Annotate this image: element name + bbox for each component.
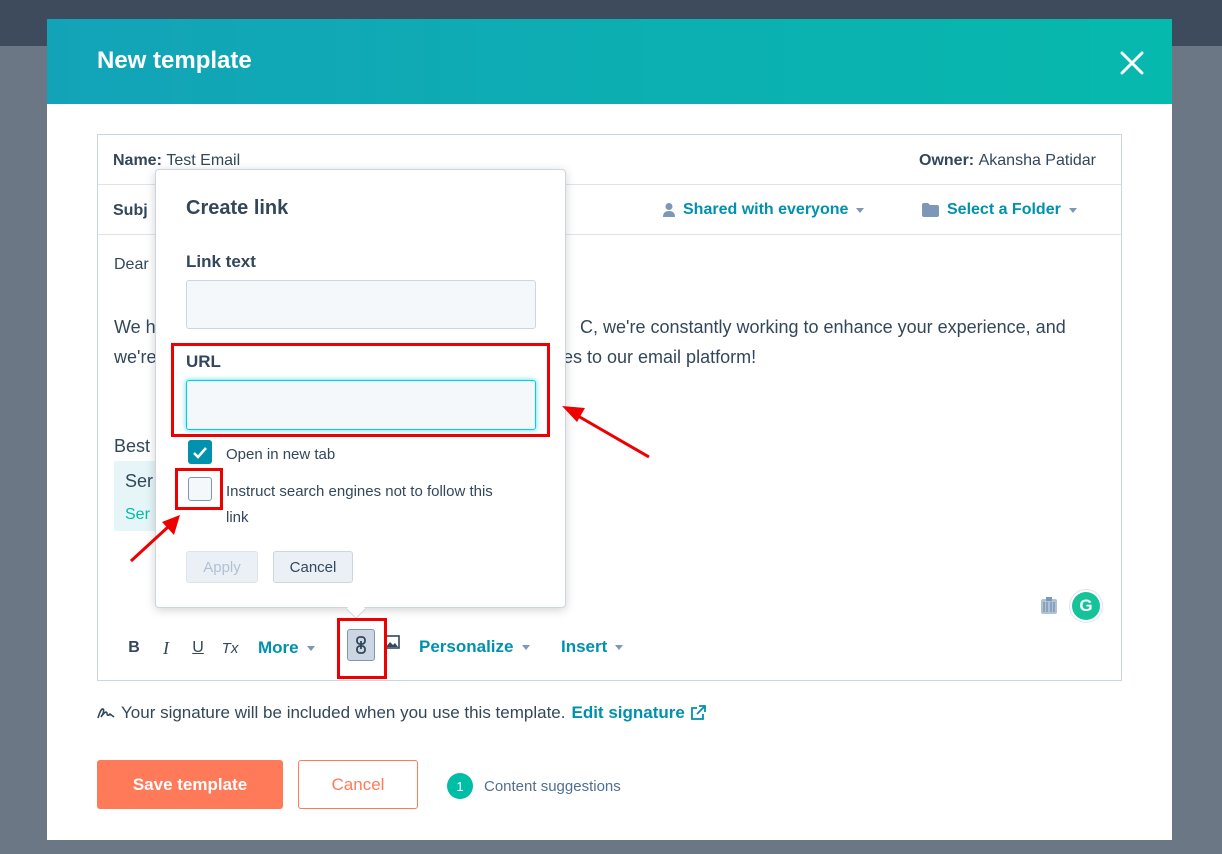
body-line-1-end[interactable]: C, we're constantly working to enhance y… (580, 317, 1066, 338)
suggestions-count-badge: 1 (447, 773, 473, 799)
create-link-popover: Create link Link text URL Open in new ta… (155, 169, 566, 619)
apply-button[interactable]: Apply (186, 551, 258, 583)
folder-label: Select a Folder (947, 201, 1061, 218)
edit-signature-link[interactable]: Edit signature (571, 703, 706, 723)
bold-button[interactable]: B (118, 639, 150, 657)
open-new-tab-checkbox[interactable] (188, 440, 212, 464)
checkmark-icon (193, 446, 207, 459)
caret-down-icon (615, 644, 624, 650)
popover-title: Create link (186, 197, 289, 219)
shared-label: Shared with everyone (683, 201, 849, 218)
content-suggestions[interactable]: 1 Content suggestions (447, 773, 621, 799)
folder-icon (922, 203, 939, 217)
underline-button[interactable]: U (182, 639, 214, 657)
link-button[interactable] (347, 629, 375, 661)
suggestions-label: Content suggestions (484, 777, 621, 795)
modal-title: New template (97, 47, 252, 74)
body-line-best[interactable]: Best (114, 436, 150, 457)
link-text-label: Link text (186, 252, 256, 271)
signature-note: Your signature will be included when you… (97, 703, 706, 723)
extension-icon[interactable] (1039, 596, 1059, 621)
open-new-tab-label: Open in new tab (226, 446, 336, 463)
caret-down-icon (306, 645, 315, 651)
image-button[interactable] (384, 635, 400, 654)
link-text-input[interactable] (186, 280, 536, 329)
folder-dropdown[interactable]: Select a Folder (922, 201, 1077, 219)
insert-label: Insert (561, 637, 608, 656)
more-dropdown[interactable]: More (258, 638, 315, 658)
name-value: Test Email (166, 152, 241, 169)
owner-value: Akansha Patidar (978, 152, 1096, 169)
nofollow-checkbox[interactable] (188, 477, 212, 501)
signature-role: Ser (125, 506, 150, 523)
body-line-dear[interactable]: Dear (114, 256, 149, 274)
popover-cancel-button[interactable]: Cancel (273, 551, 353, 583)
format-toolbar: B I U Tx More (118, 633, 315, 663)
save-template-button[interactable]: Save template (97, 760, 283, 809)
url-label: URL (186, 352, 221, 371)
link-icon (356, 636, 366, 654)
grammarly-icon[interactable]: G (1069, 589, 1103, 623)
subject-label: Subj (113, 202, 148, 219)
signature-note-text: Your signature will be included when you… (121, 703, 566, 722)
grammarly-logo: G (1072, 592, 1100, 620)
body-line-2-start[interactable]: we're (114, 347, 156, 368)
clear-format-button[interactable]: Tx (214, 640, 246, 657)
name-label: Name: (113, 152, 162, 169)
personalize-label: Personalize (419, 637, 514, 656)
subject-field[interactable]: Subj (113, 202, 148, 220)
nofollow-label: Instruct search engines not to follow th… (226, 483, 493, 500)
body-line-1-start[interactable]: We h (114, 317, 156, 338)
signature-name: Ser (125, 471, 154, 491)
body-line-2-end[interactable]: es to our email platform! (563, 347, 756, 368)
user-icon (663, 203, 675, 217)
close-icon[interactable] (1117, 48, 1147, 78)
edit-signature-label: Edit signature (571, 703, 685, 722)
image-icon (384, 635, 400, 649)
caret-down-icon (856, 207, 865, 213)
shared-dropdown[interactable]: Shared with everyone (663, 201, 865, 219)
modal-header: New template (47, 19, 1172, 104)
external-link-icon (690, 705, 706, 720)
insert-dropdown[interactable]: Insert (561, 637, 624, 657)
caret-down-icon (521, 644, 530, 650)
name-field[interactable]: Name: Test Email (113, 152, 240, 170)
owner-field: Owner: Akansha Patidar (919, 152, 1096, 170)
more-label: More (258, 638, 299, 657)
url-input[interactable] (186, 380, 536, 430)
cancel-button[interactable]: Cancel (298, 760, 418, 809)
nofollow-label-cont: link (226, 509, 249, 526)
italic-button[interactable]: I (150, 638, 182, 659)
personalize-dropdown[interactable]: Personalize (419, 637, 530, 657)
owner-label: Owner: (919, 152, 975, 169)
signature-icon (97, 708, 115, 719)
caret-down-icon (1068, 207, 1077, 213)
